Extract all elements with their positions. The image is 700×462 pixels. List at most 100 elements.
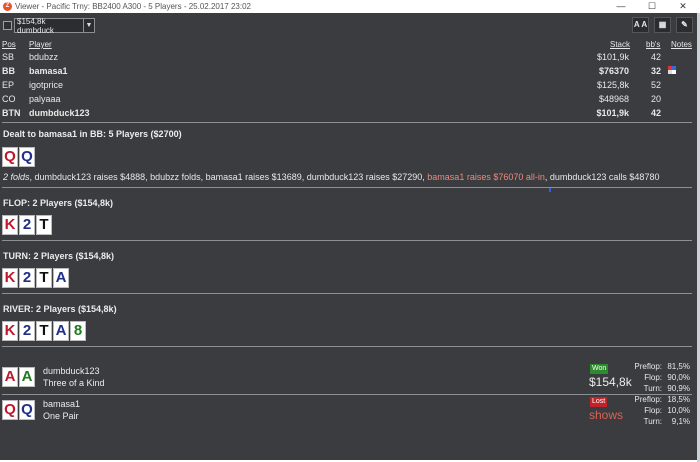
hand-selector-value: $154,8k dumbduck [17, 16, 54, 35]
player-bbs: 32 [650, 66, 661, 76]
result-hand-rank: One Pair [43, 411, 79, 421]
player-bbs: 52 [650, 80, 661, 90]
toolbar: $154,8k dumbduck ▼ A A ▦ ✎ [0, 15, 697, 35]
playing-card: Q [19, 147, 35, 167]
action-folds: 2 folds [3, 172, 30, 182]
hand-selector-dropdown[interactable]: $154,8k dumbduck ▼ [14, 16, 95, 35]
result-player-name: bamasa1 [43, 399, 81, 409]
equity-stat: Preflop: 18,5% [630, 395, 690, 405]
preflop-title: Dealt to bamasa1 in BB: 5 Players ($2700… [3, 129, 182, 139]
chevron-down-icon[interactable]: ▼ [83, 19, 94, 32]
equity-stat: Preflop: 81,5% [630, 362, 690, 372]
equity-label: Preflop: [634, 395, 662, 404]
player-pos: BTN [2, 108, 21, 118]
player-row[interactable]: EP igotprice $125,8k 52 [0, 80, 697, 94]
equity-stat: Flop: 10,0% [630, 406, 690, 416]
board-cards: K2TA [2, 268, 69, 288]
player-row[interactable]: BTN dumbduck123 $101,9k 42 [0, 108, 697, 122]
divider [2, 122, 692, 123]
player-stack: $101,9k [596, 108, 629, 118]
window-title: Viewer - Pacific Trny: BB2400 A300 - 5 P… [15, 2, 251, 11]
player-name: bdubzz [29, 52, 59, 62]
player-bbs: 42 [650, 108, 661, 118]
playing-card: K [2, 321, 18, 341]
edit-pencil-icon[interactable]: ✎ [676, 17, 693, 33]
player-row[interactable]: CO palyaaa $48968 20 [0, 94, 697, 108]
street-title: FLOP: 2 Players ($154,8k) [3, 198, 114, 208]
player-bbs: 42 [650, 52, 661, 62]
equity-value: 18,5% [667, 395, 690, 404]
close-button[interactable]: ✕ [668, 0, 698, 13]
action-end: , dumbduck123 calls $48780 [544, 172, 660, 182]
playing-card: 2 [19, 215, 35, 235]
player-stack: $76370 [598, 66, 629, 76]
board-cards: K2T [2, 215, 52, 235]
result-badge: Lost [590, 397, 608, 407]
equity-value: 81,5% [667, 362, 690, 371]
equity-stat: Turn: 9,1% [630, 417, 690, 427]
playing-card: K [2, 215, 18, 235]
equity-stat: Flop: 90,0% [630, 373, 690, 383]
playing-card: Q [2, 400, 18, 420]
equity-value: 90,9% [667, 384, 690, 393]
title-bar: Z Viewer - Pacific Trny: BB2400 A300 - 5… [0, 0, 700, 13]
action-allin: bamasa1 raises $76070 all-in [427, 172, 545, 182]
divider [2, 187, 692, 188]
equity-value: 10,0% [667, 406, 690, 415]
divider [2, 394, 692, 395]
minimize-button[interactable]: — [606, 0, 636, 13]
playing-card: T [36, 321, 52, 341]
app-logo-icon: Z [3, 2, 12, 11]
equity-stat: Turn: 90,9% [630, 384, 690, 394]
playing-card: A [53, 268, 69, 288]
hand-viewer-panel: $154,8k dumbduck ▼ A A ▦ ✎ Pos Player St… [0, 13, 697, 460]
header-notes[interactable]: Notes [671, 40, 692, 49]
note-flag-icon[interactable] [668, 66, 677, 74]
playing-card: A [2, 367, 18, 387]
preflop-action-line: 2 folds, dumbduck123 raises $4888, bdubz… [3, 172, 659, 182]
board-cards: K2TA8 [2, 321, 86, 341]
hole-cards: QQ [2, 147, 35, 167]
player-row[interactable]: SB bdubzz $101,9k 42 [0, 52, 697, 66]
player-stack: $48968 [598, 94, 629, 104]
street-title: RIVER: 2 Players ($154,8k) [3, 304, 117, 314]
playing-card: Q [19, 400, 35, 420]
player-name: dumbduck123 [29, 108, 90, 118]
maximize-button[interactable]: ☐ [637, 0, 667, 13]
player-name: palyaaa [29, 94, 61, 104]
header-bbs[interactable]: bb's [646, 40, 660, 49]
playing-card: 2 [19, 268, 35, 288]
playing-card: A [53, 321, 69, 341]
playing-card: Q [2, 147, 18, 167]
result-player-name: dumbduck123 [43, 366, 100, 376]
font-size-button[interactable]: A A [632, 17, 649, 33]
playing-card: T [36, 215, 52, 235]
header-player[interactable]: Player [29, 40, 52, 49]
result-amount: $154,8k [589, 375, 632, 389]
result-hand-rank: Three of a Kind [43, 378, 105, 388]
equity-value: 90,0% [667, 373, 690, 382]
divider [2, 293, 692, 294]
playing-card: 8 [70, 321, 86, 341]
result-amount: shows [589, 408, 624, 422]
result-badge: Won [590, 364, 609, 374]
player-pos: CO [2, 94, 16, 104]
showdown-cards: QQ [2, 400, 35, 420]
header-stack[interactable]: Stack [610, 40, 630, 49]
divider [2, 346, 692, 347]
player-stack: $101,9k [596, 52, 629, 62]
header-pos[interactable]: Pos [2, 40, 16, 49]
select-checkbox[interactable] [3, 21, 12, 30]
divider [2, 240, 692, 241]
playing-card: A [19, 367, 35, 387]
player-pos: BB [2, 66, 15, 76]
equity-label: Turn: [643, 417, 662, 426]
equity-value: 9,1% [671, 417, 690, 426]
player-stack: $125,8k [596, 80, 629, 90]
action-main: , dumbduck123 raises $4888, bdubzz folds… [29, 172, 428, 182]
player-row[interactable]: BB bamasa1 $76370 32 [0, 66, 697, 80]
equity-label: Preflop: [634, 362, 662, 371]
player-bbs: 20 [650, 94, 661, 104]
equity-label: Flop: [644, 373, 662, 382]
grid-icon[interactable]: ▦ [654, 17, 671, 33]
